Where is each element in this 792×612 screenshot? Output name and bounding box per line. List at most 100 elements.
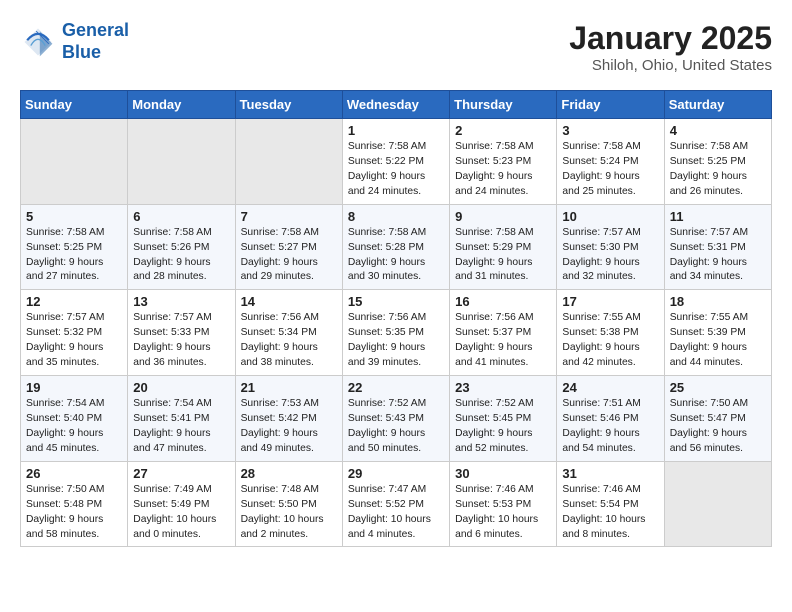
day-info: Sunrise: 7:54 AM Sunset: 5:40 PM Dayligh… [26, 397, 122, 457]
calendar-cell: 12 Sunrise: 7:57 AM Sunset: 5:32 PM Dayli… [21, 290, 128, 376]
calendar-cell: 17 Sunrise: 7:55 AM Sunset: 5:38 PM Dayli… [557, 290, 664, 376]
calendar-cell: 26Sunrise: 7:50 AM Sunset: 5:48 PM Dayli… [21, 461, 128, 547]
day-info: Sunrise: 7:46 AM Sunset: 5:54 PM Dayligh… [562, 483, 658, 543]
calendar-cell: 29 Sunrise: 7:47 AM Sunset: 5:52 PM Dayli… [342, 461, 449, 547]
day-info: Sunrise: 7:47 AM Sunset: 5:52 PM Dayligh… [348, 483, 444, 543]
day-info: Sunrise: 7:58 AM Sunset: 5:22 PM Dayligh… [348, 140, 444, 200]
calendar-week-1: 1 Sunrise: 7:58 AM Sunset: 5:22 PM Daylig… [21, 119, 772, 205]
day-info: Sunrise: 7:46 AM Sunset: 5:53 PM Dayligh… [455, 483, 551, 543]
calendar-cell: 28 Sunrise: 7:48 AM Sunset: 5:50 PM Dayli… [235, 461, 342, 547]
calendar-cell: 15Sunrise: 7:56 AM Sunset: 5:35 PM Dayli… [342, 290, 449, 376]
day-info: Sunrise: 7:58 AM Sunset: 5:23 PM Dayligh… [455, 140, 551, 200]
calendar-cell: 18 Sunrise: 7:55 AM Sunset: 5:39 PM Dayli… [664, 290, 771, 376]
day-number: 28 [241, 466, 337, 481]
calendar-cell: 25 Sunrise: 7:50 AM Sunset: 5:47 PM Dayli… [664, 376, 771, 462]
day-info: Sunrise: 7:57 AM Sunset: 5:32 PM Dayligh… [26, 311, 122, 371]
day-number: 1 [348, 123, 444, 138]
day-number: 11 [670, 209, 766, 224]
day-info: Sunrise: 7:51 AM Sunset: 5:46 PM Dayligh… [562, 397, 658, 457]
calendar-cell: 11 Sunrise: 7:57 AM Sunset: 5:31 PM Dayli… [664, 204, 771, 290]
day-info: Sunrise: 7:52 AM Sunset: 5:45 PM Dayligh… [455, 397, 551, 457]
day-info: Sunrise: 7:48 AM Sunset: 5:50 PM Dayligh… [241, 483, 337, 543]
day-number: 5 [26, 209, 122, 224]
day-info: Sunrise: 7:54 AM Sunset: 5:41 PM Dayligh… [133, 397, 229, 457]
day-number: 13 [133, 294, 229, 309]
day-info: Sunrise: 7:50 AM Sunset: 5:47 PM Dayligh… [670, 397, 766, 457]
day-info: Sunrise: 7:57 AM Sunset: 5:33 PM Dayligh… [133, 311, 229, 371]
day-info: Sunrise: 7:49 AM Sunset: 5:49 PM Dayligh… [133, 483, 229, 543]
calendar-week-4: 19 Sunrise: 7:54 AM Sunset: 5:40 PM Dayli… [21, 376, 772, 462]
calendar-cell: 7 Sunrise: 7:58 AM Sunset: 5:27 PM Daylig… [235, 204, 342, 290]
calendar-week-5: 26Sunrise: 7:50 AM Sunset: 5:48 PM Dayli… [21, 461, 772, 547]
calendar-cell: 4 Sunrise: 7:58 AM Sunset: 5:25 PM Daylig… [664, 119, 771, 205]
day-number: 2 [455, 123, 551, 138]
day-number: 17 [562, 294, 658, 309]
calendar-cell: 23 Sunrise: 7:52 AM Sunset: 5:45 PM Dayli… [450, 376, 557, 462]
calendar-cell: 16Sunrise: 7:56 AM Sunset: 5:37 PM Dayli… [450, 290, 557, 376]
calendar-cell: 20Sunrise: 7:54 AM Sunset: 5:41 PM Dayli… [128, 376, 235, 462]
calendar-cell: 31 Sunrise: 7:46 AM Sunset: 5:54 PM Dayli… [557, 461, 664, 547]
weekday-header-monday: Monday [128, 91, 235, 119]
day-number: 21 [241, 380, 337, 395]
day-number: 12 [26, 294, 122, 309]
weekday-header-saturday: Saturday [664, 91, 771, 119]
weekday-header-row: SundayMondayTuesdayWednesdayThursdayFrid… [21, 91, 772, 119]
logo-text: General Blue [62, 20, 129, 63]
day-number: 14 [241, 294, 337, 309]
calendar-week-2: 5 Sunrise: 7:58 AM Sunset: 5:25 PM Daylig… [21, 204, 772, 290]
calendar-cell: 27 Sunrise: 7:49 AM Sunset: 5:49 PM Dayli… [128, 461, 235, 547]
weekday-header-thursday: Thursday [450, 91, 557, 119]
day-info: Sunrise: 7:57 AM Sunset: 5:31 PM Dayligh… [670, 226, 766, 286]
calendar-cell: 22Sunrise: 7:52 AM Sunset: 5:43 PM Dayli… [342, 376, 449, 462]
day-info: Sunrise: 7:58 AM Sunset: 5:26 PM Dayligh… [133, 226, 229, 286]
day-number: 8 [348, 209, 444, 224]
day-info: Sunrise: 7:55 AM Sunset: 5:39 PM Dayligh… [670, 311, 766, 371]
day-info: Sunrise: 7:52 AM Sunset: 5:43 PM Dayligh… [348, 397, 444, 457]
day-number: 30 [455, 466, 551, 481]
day-info: Sunrise: 7:53 AM Sunset: 5:42 PM Dayligh… [241, 397, 337, 457]
day-number: 24 [562, 380, 658, 395]
month-title: January 2025 [569, 20, 772, 57]
day-number: 7 [241, 209, 337, 224]
calendar-cell: 13 Sunrise: 7:57 AM Sunset: 5:33 PM Dayli… [128, 290, 235, 376]
day-number: 19 [26, 380, 122, 395]
weekday-header-tuesday: Tuesday [235, 91, 342, 119]
calendar-cell [664, 461, 771, 547]
day-number: 27 [133, 466, 229, 481]
day-number: 23 [455, 380, 551, 395]
day-number: 4 [670, 123, 766, 138]
day-number: 10 [562, 209, 658, 224]
title-block: January 2025 Shiloh, Ohio, United States [569, 20, 772, 74]
weekday-header-friday: Friday [557, 91, 664, 119]
calendar-cell: 24 Sunrise: 7:51 AM Sunset: 5:46 PM Dayli… [557, 376, 664, 462]
day-info: Sunrise: 7:58 AM Sunset: 5:27 PM Dayligh… [241, 226, 337, 286]
day-number: 29 [348, 466, 444, 481]
calendar-table: SundayMondayTuesdayWednesdayThursdayFrid… [20, 90, 772, 547]
day-info: Sunrise: 7:58 AM Sunset: 5:28 PM Dayligh… [348, 226, 444, 286]
calendar-week-3: 12 Sunrise: 7:57 AM Sunset: 5:32 PM Dayli… [21, 290, 772, 376]
calendar-cell: 8 Sunrise: 7:58 AM Sunset: 5:28 PM Daylig… [342, 204, 449, 290]
day-info: Sunrise: 7:58 AM Sunset: 5:25 PM Dayligh… [670, 140, 766, 200]
calendar-cell: 30 Sunrise: 7:46 AM Sunset: 5:53 PM Dayli… [450, 461, 557, 547]
calendar-cell: 9Sunrise: 7:58 AM Sunset: 5:29 PM Daylig… [450, 204, 557, 290]
calendar-cell: 5 Sunrise: 7:58 AM Sunset: 5:25 PM Daylig… [21, 204, 128, 290]
day-number: 26 [26, 466, 122, 481]
day-number: 18 [670, 294, 766, 309]
day-info: Sunrise: 7:58 AM Sunset: 5:25 PM Dayligh… [26, 226, 122, 286]
calendar-cell: 2 Sunrise: 7:58 AM Sunset: 5:23 PM Daylig… [450, 119, 557, 205]
calendar-cell: 19 Sunrise: 7:54 AM Sunset: 5:40 PM Dayli… [21, 376, 128, 462]
day-number: 31 [562, 466, 658, 481]
calendar-cell: 21 Sunrise: 7:53 AM Sunset: 5:42 PM Dayli… [235, 376, 342, 462]
day-number: 3 [562, 123, 658, 138]
day-number: 6 [133, 209, 229, 224]
calendar-cell: 10 Sunrise: 7:57 AM Sunset: 5:30 PM Dayli… [557, 204, 664, 290]
logo-icon [20, 24, 56, 60]
calendar-cell: 6 Sunrise: 7:58 AM Sunset: 5:26 PM Daylig… [128, 204, 235, 290]
day-info: Sunrise: 7:58 AM Sunset: 5:24 PM Dayligh… [562, 140, 658, 200]
day-info: Sunrise: 7:57 AM Sunset: 5:30 PM Dayligh… [562, 226, 658, 286]
day-number: 25 [670, 380, 766, 395]
day-info: Sunrise: 7:55 AM Sunset: 5:38 PM Dayligh… [562, 311, 658, 371]
calendar-cell [235, 119, 342, 205]
day-info: Sunrise: 7:56 AM Sunset: 5:35 PM Dayligh… [348, 311, 444, 371]
logo: General Blue [20, 20, 129, 63]
